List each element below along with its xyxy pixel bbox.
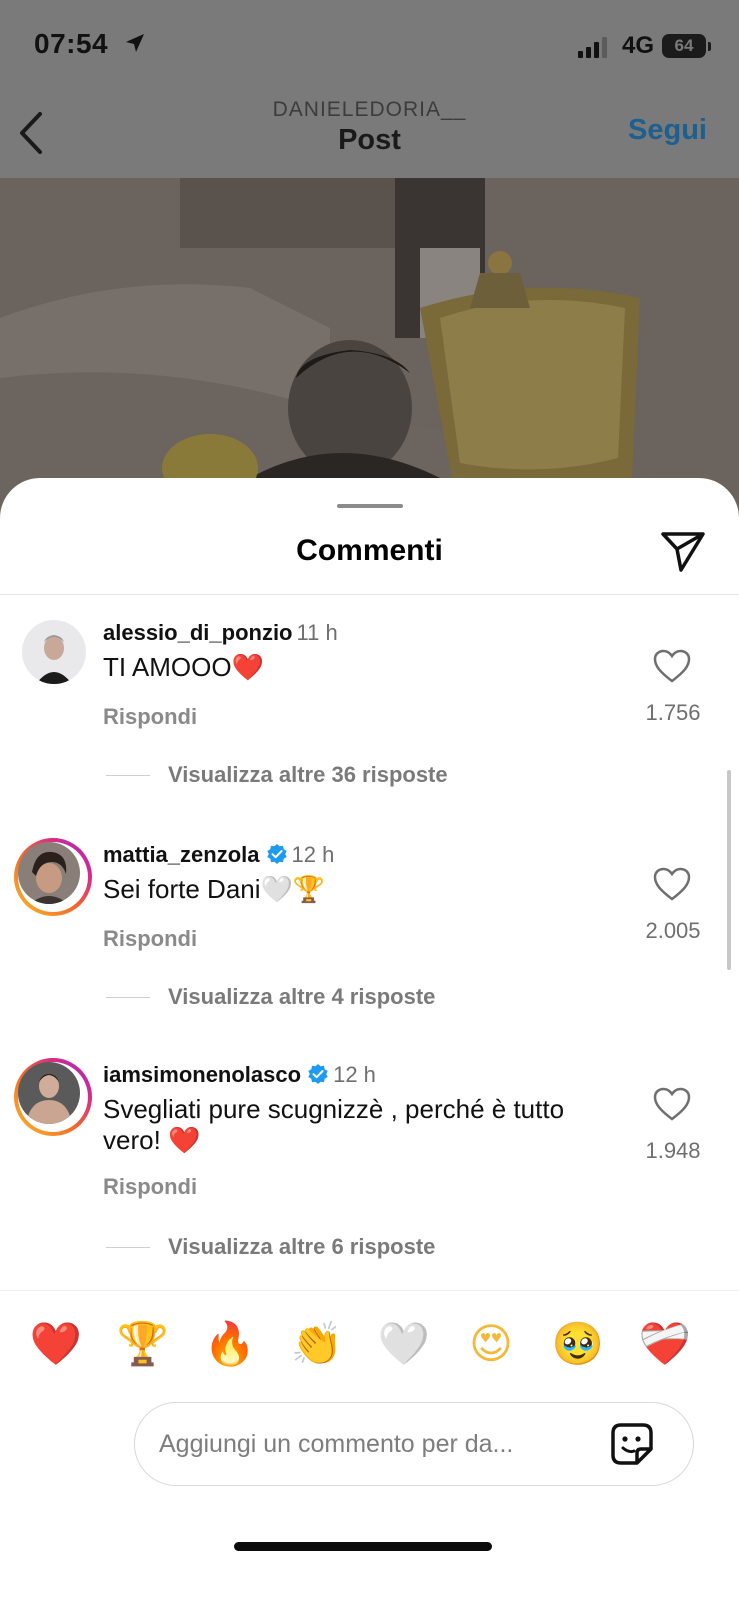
reply-button[interactable]: Rispondi [103,704,197,730]
post-header: DANIELEDORIA__ Post Segui [0,90,739,178]
reaction-fire[interactable]: 🔥 [200,1314,260,1374]
sheet-divider [0,594,739,595]
status-bar: 07:54 4G 64 [0,0,739,90]
comment-text: Svegliati pure scugnizzè , perché è tutt… [103,1094,623,1157]
clock: 07:54 [34,28,109,59]
reaction-heart-eyes[interactable]: 😍 [461,1314,521,1374]
heart-outline-icon[interactable] [652,648,692,684]
comment-body: TI AMOOO [103,652,232,682]
reaction-mending-heart[interactable]: ❤️‍🩹 [635,1314,695,1374]
reply-button[interactable]: Rispondi [103,1174,197,1200]
comment-text: Sei forte Dani🤍🏆 [103,874,623,906]
cellular-signal-icon [578,37,607,58]
sticker-icon[interactable] [607,1419,657,1469]
like-count: 1.948 [645,1138,701,1163]
battery-cap [708,42,711,51]
reaction-red-heart[interactable]: ❤️ [26,1314,86,1374]
heart-outline-icon[interactable] [652,1086,692,1122]
comment-emoji: ❤️ [231,653,264,683]
view-replies-label: Visualizza altre 4 risposte [168,984,436,1009]
follow-button[interactable]: Segui [628,114,707,147]
comment-text: TI AMOOO❤️ [103,652,623,684]
verified-badge-icon [308,1064,328,1084]
sheet-title: Commenti [296,534,443,567]
avatar[interactable] [22,620,86,684]
emoji-divider [0,1290,739,1291]
comment-username[interactable]: mattia_zenzola [103,842,260,867]
reaction-trophy[interactable]: 🏆 [113,1314,173,1374]
view-replies-label: Visualizza altre 36 risposte [168,762,448,787]
quick-reactions-bar: ❤️ 🏆 🔥 👏 🤍 😍 🥹 ❤️‍🩹 [0,1314,739,1374]
heart-outline-icon[interactable] [652,866,692,902]
comment-input[interactable] [157,1423,601,1465]
view-replies-label: Visualizza altre 6 risposte [168,1234,436,1259]
view-replies-button[interactable]: Visualizza altre 36 risposte [106,762,448,788]
scrollbar[interactable] [727,770,731,970]
verified-badge-icon [266,844,287,864]
reaction-white-heart[interactable]: 🤍 [374,1314,434,1374]
reaction-clapping-hands[interactable]: 👏 [287,1314,347,1374]
location-arrow-icon [126,34,144,52]
background-overlay: 07:54 4G 64 DANIELEDORIA__ Post Segui [0,0,739,520]
comment-age: 11 h [296,620,338,645]
view-replies-button[interactable]: Visualizza altre 6 risposte [106,1234,435,1260]
like-count: 2.005 [645,918,701,943]
comment-username[interactable]: alessio_di_ponzio [103,620,293,645]
share-send-icon[interactable] [660,530,706,574]
avatar-story-ring[interactable] [14,838,92,916]
comment-age: 12 h [333,1062,376,1087]
comment-username[interactable]: iamsimonenolasco [103,1062,301,1087]
sheet-grabber[interactable] [337,504,403,508]
reply-button[interactable]: Rispondi [103,926,197,952]
comment-age: 12 h [291,842,335,867]
network-type: 4G [622,32,655,59]
post-image [0,178,739,520]
home-indicator [234,1542,492,1551]
comment-emoji: ❤️ [168,1126,201,1156]
reaction-holding-back-tears[interactable]: 🥹 [548,1314,608,1374]
battery-icon: 64 [662,34,706,58]
comment-emoji: 🤍🏆 [260,875,326,905]
comment-body: Sei forte Dani [103,874,261,904]
comment-composer [134,1402,694,1486]
view-replies-button[interactable]: Visualizza altre 4 risposte [106,984,435,1010]
like-count: 1.756 [645,700,701,725]
avatar-story-ring[interactable] [14,1058,92,1136]
